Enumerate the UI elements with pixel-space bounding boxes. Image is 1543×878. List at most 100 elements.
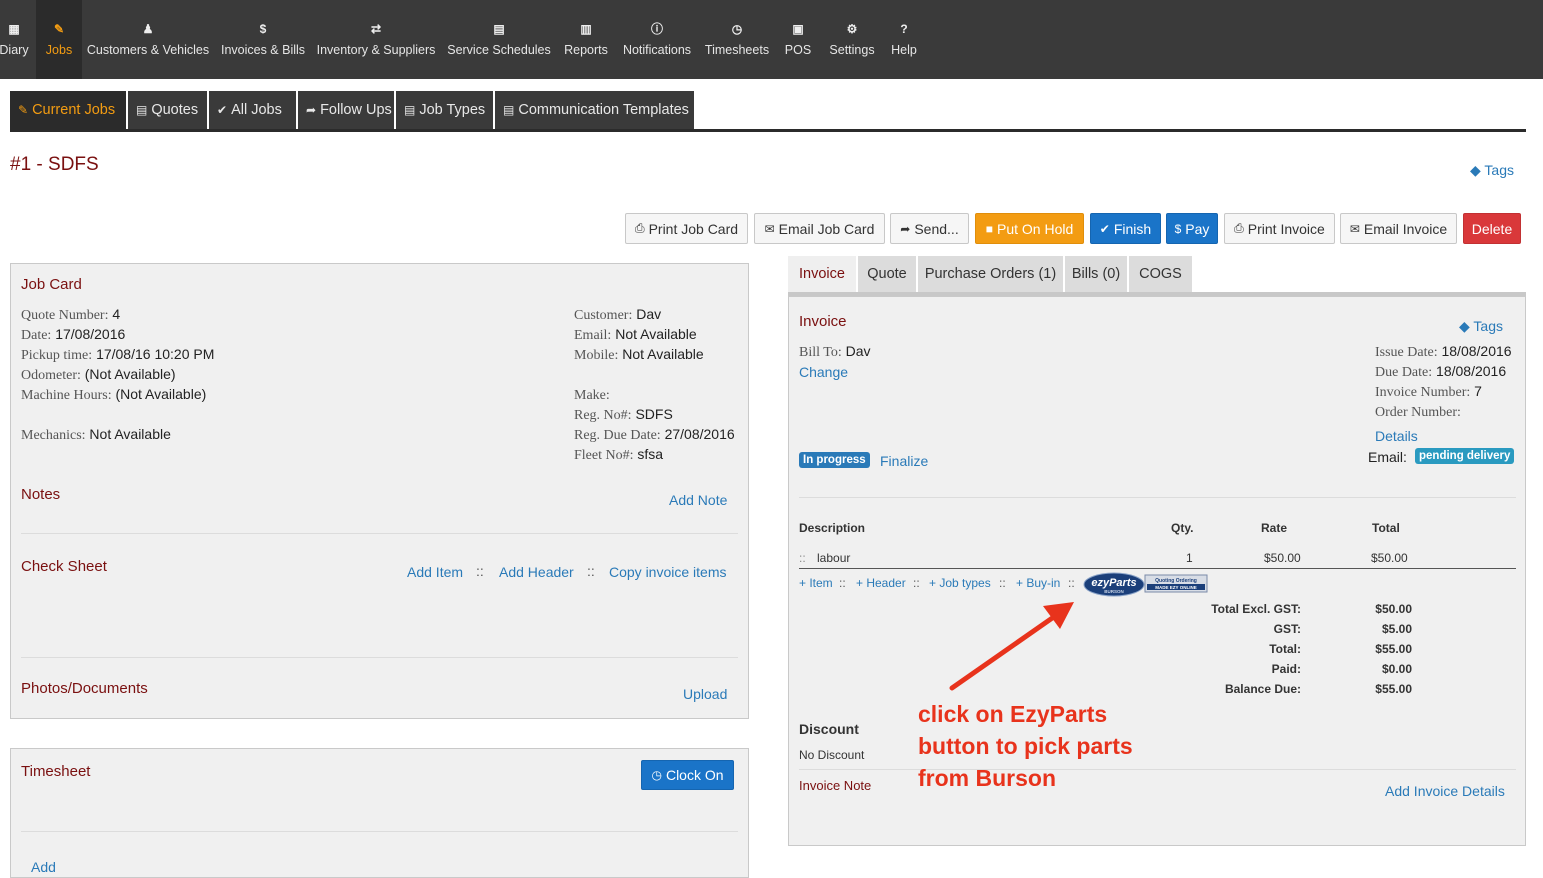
divider <box>21 533 738 534</box>
svg-text:BURSON: BURSON <box>1104 589 1124 594</box>
money-icon: ▣ <box>792 22 804 36</box>
put-on-hold-button[interactable]: ■ Put On Hold <box>975 213 1084 244</box>
details-link[interactable]: Details <box>1375 428 1418 444</box>
tab-communication-templates[interactable]: ▤ Communication Templates <box>495 91 694 129</box>
finalize-link[interactable]: Finalize <box>880 453 928 469</box>
field-label: Date: <box>21 328 52 343</box>
clock-on-button[interactable]: ◷ Clock On <box>641 760 734 790</box>
total-excl-gst-label: Total Excl. GST: <box>1211 602 1301 616</box>
tags-label: Tags <box>1484 162 1514 178</box>
field-value: 4 <box>112 306 121 322</box>
field-value: 27/08/2016 <box>664 426 735 442</box>
wrench-icon: ✎ <box>53 22 65 36</box>
tab-quote[interactable]: Quote <box>858 256 916 292</box>
nav-timesheets[interactable]: ◷ Timesheets <box>703 0 771 79</box>
nav-notifications[interactable]: ⓘ Notifications <box>620 0 694 79</box>
dollar-icon: $ <box>259 22 267 36</box>
tab-quotes[interactable]: ▤ Quotes <box>128 91 207 129</box>
add-header-link[interactable]: + Header <box>856 576 906 590</box>
field-label: Bill To: <box>799 345 842 360</box>
field-value: 17/08/16 10:20 PM <box>96 346 215 362</box>
nav-label: Jobs <box>45 43 73 57</box>
print-invoice-button[interactable]: ⎙ Print Invoice <box>1224 213 1335 244</box>
add-note-link[interactable]: Add Note <box>669 492 727 508</box>
tab-current-jobs[interactable]: ✎ Current Jobs <box>10 91 126 129</box>
add-item-link[interactable]: Add Item <box>407 564 463 580</box>
nav-diary[interactable]: ▦ Diary <box>0 0 32 79</box>
field-value: 7 <box>1474 383 1482 399</box>
reg-due-row: Reg. Due Date: 27/08/2016 <box>574 426 735 444</box>
nav-help[interactable]: ? Help <box>888 0 920 79</box>
nav-pos[interactable]: ▣ POS <box>782 0 814 79</box>
email-invoice-button[interactable]: ✉ Email Invoice <box>1340 213 1457 244</box>
tags-link[interactable]: ◆ Tags <box>1470 162 1514 179</box>
nav-label: Settings <box>829 43 875 57</box>
nav-invoices-bills[interactable]: $ Invoices & Bills <box>219 0 307 79</box>
email-job-card-button[interactable]: ✉ Email Job Card <box>754 213 885 244</box>
button-label: Print Invoice <box>1247 220 1325 237</box>
line-rate[interactable]: $50.00 <box>1264 551 1301 565</box>
tab-purchase-orders[interactable]: Purchase Orders (1) <box>918 256 1063 292</box>
print-job-card-button[interactable]: ⎙ Print Job Card <box>625 213 748 244</box>
field-value: (Not Available) <box>84 366 176 382</box>
nav-label: Timesheets <box>704 43 770 57</box>
field-value: 18/08/2016 <box>1436 363 1507 379</box>
copy-invoice-items-link[interactable]: Copy invoice items <box>609 564 727 580</box>
change-bill-to-link[interactable]: Change <box>799 364 848 380</box>
field-value: 18/08/2016 <box>1441 343 1512 359</box>
tab-follow-ups[interactable]: ➦ Follow Ups <box>298 91 394 129</box>
add-buy-in-link[interactable]: + Buy-in <box>1016 576 1060 590</box>
invoice-panel: Invoice ◆ Tags Bill To: Dav Change Issue… <box>788 296 1526 846</box>
ezyparts-button[interactable]: ezyParts BURSON Quoting Ordering MADE EZ… <box>1083 572 1209 597</box>
gst-label: GST: <box>1273 622 1301 636</box>
check-sheet-title: Check Sheet <box>21 558 107 575</box>
send-button[interactable]: ➦ Send... <box>890 213 969 244</box>
paid-label: Paid: <box>1271 662 1301 676</box>
add-job-types-link[interactable]: + Job types <box>929 576 991 590</box>
add-invoice-details-link[interactable]: Add Invoice Details <box>1385 783 1505 799</box>
upload-link[interactable]: Upload <box>683 686 727 702</box>
svg-text:ezyParts: ezyParts <box>1091 577 1136 589</box>
divider <box>799 497 1516 498</box>
question-icon: ? <box>900 22 908 36</box>
field-label: Order Number: <box>1375 405 1461 420</box>
tab-job-types[interactable]: ▤ Job Types <box>396 91 493 129</box>
check-icon: ✔ <box>217 103 228 117</box>
button-label: Send... <box>914 220 959 237</box>
button-label: Pay <box>1185 220 1210 237</box>
drag-handle[interactable]: :: <box>799 551 806 565</box>
add-item-link[interactable]: + Item <box>799 576 833 590</box>
invoice-tags-link[interactable]: ◆ Tags <box>1459 318 1503 335</box>
annotation-arrow <box>949 602 1074 691</box>
col-total: Total <box>1372 521 1400 535</box>
discount-value: No Discount <box>799 748 865 762</box>
tab-all-jobs[interactable]: ✔ All Jobs <box>209 91 296 129</box>
nav-jobs[interactable]: ✎ Jobs <box>36 0 82 79</box>
button-label: Email Job Card <box>778 220 875 237</box>
add-timesheet-link[interactable]: Add <box>31 859 56 875</box>
delete-button[interactable]: Delete <box>1463 213 1521 244</box>
tab-label: Follow Ups <box>320 102 392 118</box>
add-header-link[interactable]: Add Header <box>499 564 574 580</box>
tab-bills[interactable]: Bills (0) <box>1065 256 1127 292</box>
tab-invoice[interactable]: Invoice <box>788 256 856 292</box>
check-icon: ✔ <box>1099 221 1110 236</box>
nav-label: Reports <box>564 43 608 57</box>
field-label: Mechanics: <box>21 428 86 443</box>
nav-service-schedules[interactable]: ▤ Service Schedules <box>446 0 552 79</box>
tab-label: Quotes <box>151 102 199 118</box>
notes-title: Notes <box>21 486 61 503</box>
date-row: Date: 17/08/2016 <box>21 326 125 344</box>
pay-button[interactable]: $ Pay <box>1166 213 1218 244</box>
line-qty[interactable]: 1 <box>1186 551 1193 565</box>
invoice-note-title: Invoice Note <box>799 778 872 793</box>
users-icon: ♟ <box>142 22 154 36</box>
nav-customers-vehicles[interactable]: ♟ Customers & Vehicles <box>86 0 210 79</box>
annotation-callout: click on EzyParts button to pick parts f… <box>918 698 1133 794</box>
finish-button[interactable]: ✔ Finish <box>1090 213 1161 244</box>
line-description[interactable]: labour <box>817 551 850 565</box>
tab-cogs[interactable]: COGS <box>1129 256 1192 292</box>
nav-reports[interactable]: ▥ Reports <box>561 0 611 79</box>
nav-inventory-suppliers[interactable]: ⇄ Inventory & Suppliers <box>316 0 436 79</box>
nav-settings[interactable]: ⚙ Settings <box>826 0 878 79</box>
